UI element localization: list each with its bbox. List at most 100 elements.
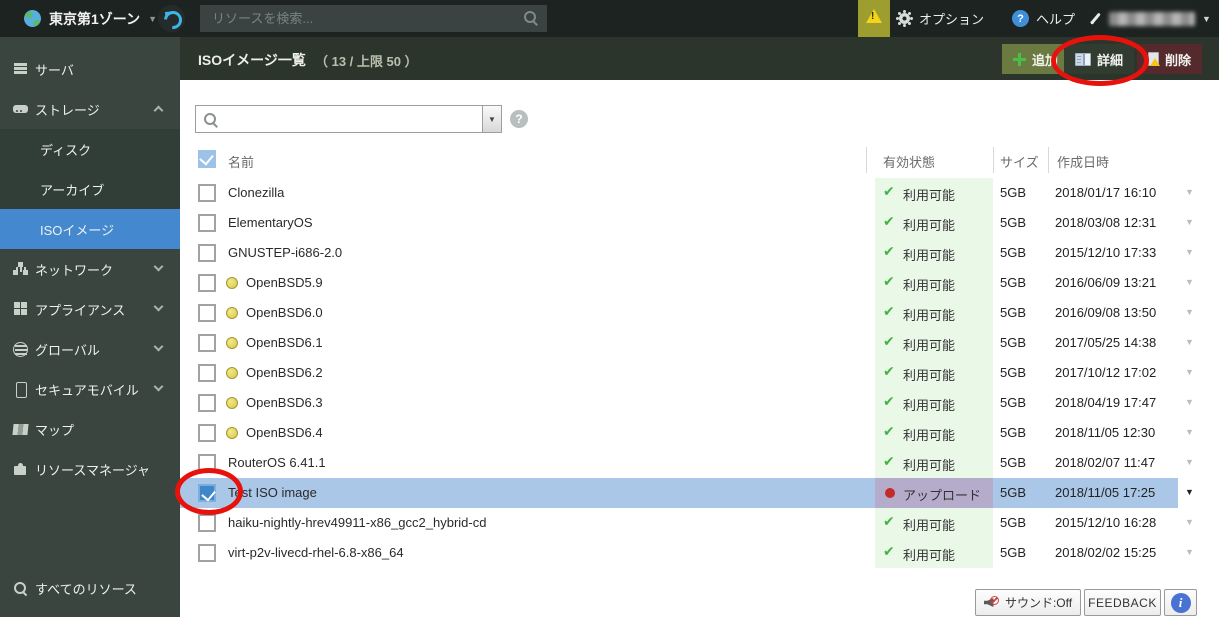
row-actions-dropdown[interactable]: ▼ — [1185, 517, 1194, 527]
row-created: 2015/12/10 17:33 — [1055, 245, 1156, 260]
row-name: OpenBSD6.4 — [246, 425, 323, 440]
sidebar-item-storage[interactable]: ストレージ — [0, 89, 180, 129]
row-checkbox[interactable] — [198, 454, 216, 472]
row-checkbox[interactable] — [198, 274, 216, 292]
row-checkbox[interactable] — [198, 544, 216, 562]
table-row[interactable]: Clonezilla✔利用可能5GB2018/01/17 16:10▼ — [180, 178, 1219, 208]
status-badge: アップロード — [875, 478, 993, 508]
row-actions-dropdown[interactable]: ▼ — [1185, 367, 1194, 377]
status-badge: ✔利用可能 — [875, 538, 993, 568]
global-search-input[interactable] — [200, 5, 547, 32]
zone-selector[interactable]: 東京第1ゾーン ▼ — [24, 0, 157, 37]
sidebar-item-disk[interactable]: ディスク — [0, 129, 180, 169]
help-icon: ? — [1012, 10, 1029, 27]
sidebar-item-secure-mobile[interactable]: セキュアモバイル — [0, 369, 180, 409]
row-actions-dropdown[interactable]: ▼ — [1185, 547, 1194, 557]
row-size: 5GB — [1000, 515, 1026, 530]
sidebar-item-resource-manager[interactable]: リソースマネージャ — [0, 449, 180, 489]
column-header-size[interactable]: サイズ — [1000, 152, 1039, 171]
row-checkbox[interactable] — [198, 364, 216, 382]
row-name: OpenBSD6.1 — [246, 335, 323, 350]
check-icon: ✔ — [883, 333, 895, 350]
row-created: 2016/09/08 13:50 — [1055, 305, 1156, 320]
filter-input[interactable] — [196, 106, 482, 132]
row-actions-dropdown[interactable]: ▼ — [1185, 307, 1194, 317]
refresh-button[interactable] — [158, 5, 185, 32]
row-actions-dropdown[interactable]: ▼ — [1185, 337, 1194, 347]
row-checkbox[interactable] — [198, 334, 216, 352]
search-icon — [523, 10, 539, 26]
row-checkbox[interactable] — [198, 394, 216, 412]
row-size: 5GB — [1000, 485, 1026, 500]
row-actions-dropdown[interactable]: ▼ — [1185, 277, 1194, 287]
filter-help-icon[interactable]: ? — [510, 110, 528, 128]
table-row[interactable]: OpenBSD5.9✔利用可能5GB2016/06/09 13:21▼ — [180, 268, 1219, 298]
row-actions-dropdown[interactable]: ▼ — [1185, 457, 1194, 467]
warning-button[interactable] — [858, 0, 890, 37]
status-badge: ✔利用可能 — [875, 388, 993, 418]
sidebar-item-server[interactable]: サーバ — [0, 49, 180, 89]
check-icon: ✔ — [883, 273, 895, 290]
column-header-status[interactable]: 有効状態 — [883, 152, 935, 171]
row-size: 5GB — [1000, 395, 1026, 410]
status-label: 利用可能 — [903, 245, 955, 264]
delete-page-icon — [1148, 52, 1159, 66]
table-row[interactable]: OpenBSD6.4✔利用可能5GB2018/11/05 12:30▼ — [180, 418, 1219, 448]
sidebar-item-map[interactable]: マップ — [0, 409, 180, 449]
table-row[interactable]: OpenBSD6.3✔利用可能5GB2018/04/19 17:47▼ — [180, 388, 1219, 418]
row-checkbox[interactable] — [198, 514, 216, 532]
sidebar-item-appliance[interactable]: アプライアンス — [0, 289, 180, 329]
help-menu[interactable]: ? ヘルプ — [1012, 0, 1075, 37]
options-menu[interactable]: オプション — [897, 0, 984, 37]
column-header-created[interactable]: 作成日時 — [1057, 152, 1109, 171]
row-actions-dropdown[interactable]: ▼ — [1185, 397, 1194, 407]
row-checkbox[interactable] — [198, 244, 216, 262]
filter-search-icon — [203, 112, 219, 128]
table-row[interactable]: GNUSTEP-i686-2.0✔利用可能5GB2015/12/10 17:33… — [180, 238, 1219, 268]
table-row[interactable]: OpenBSD6.1✔利用可能5GB2017/05/25 14:38▼ — [180, 328, 1219, 358]
sidebar-item-label: すべてのリソース — [35, 579, 137, 598]
delete-button[interactable]: 削除 — [1137, 44, 1202, 74]
sidebar-item-global[interactable]: グローバル — [0, 329, 180, 369]
row-size: 5GB — [1000, 455, 1026, 470]
row-actions-dropdown[interactable]: ▼ — [1185, 487, 1194, 497]
table-row[interactable]: OpenBSD6.0✔利用可能5GB2016/09/08 13:50▼ — [180, 298, 1219, 328]
select-all-checkbox[interactable] — [198, 150, 216, 168]
info-button[interactable]: i — [1164, 589, 1197, 616]
row-checkbox[interactable] — [198, 304, 216, 322]
chevron-down-icon — [154, 342, 164, 352]
table-row[interactable]: OpenBSD6.2✔利用可能5GB2017/10/12 17:02▼ — [180, 358, 1219, 388]
account-menu[interactable]: ▼ — [1088, 0, 1211, 37]
row-checkbox[interactable] — [198, 214, 216, 232]
sidebar-item-all-resources[interactable]: すべてのリソース — [0, 568, 180, 608]
feedback-button[interactable]: FEEDBACK — [1084, 589, 1161, 616]
detail-button[interactable]: 詳細 — [1064, 44, 1134, 74]
row-created: 2018/01/17 16:10 — [1055, 185, 1156, 200]
table-row[interactable]: RouterOS 6.41.1✔利用可能5GB2018/02/07 11:47▼ — [180, 448, 1219, 478]
row-checkbox[interactable] — [198, 484, 216, 502]
row-checkbox[interactable] — [198, 424, 216, 442]
sidebar-item-iso-image[interactable]: ISOイメージ — [0, 209, 180, 249]
sidebar-item-archive[interactable]: アーカイブ — [0, 169, 180, 209]
filter-dropdown-button[interactable]: ▼ — [483, 105, 502, 133]
sound-toggle-button[interactable]: サウンド:Off — [975, 589, 1081, 616]
add-button[interactable]: 追加 — [1002, 44, 1069, 74]
status-label: 利用可能 — [903, 455, 955, 474]
status-label: 利用可能 — [903, 365, 955, 384]
table-row[interactable]: Test ISO imageアップロード5GB2018/11/05 17:25▼ — [180, 478, 1219, 508]
table-row[interactable]: haiku-nightly-hrev49911-x86_gcc2_hybrid-… — [180, 508, 1219, 538]
column-header-name[interactable]: 名前 — [228, 152, 254, 171]
row-actions-dropdown[interactable]: ▼ — [1185, 427, 1194, 437]
row-name: virt-p2v-livecd-rhel-6.8-x86_64 — [228, 545, 404, 560]
check-icon: ✔ — [883, 453, 895, 470]
table-row[interactable]: virt-p2v-livecd-rhel-6.8-x86_64✔利用可能5GB2… — [180, 538, 1219, 568]
row-actions-dropdown[interactable]: ▼ — [1185, 217, 1194, 227]
row-actions-dropdown[interactable]: ▼ — [1185, 187, 1194, 197]
openbsd-icon — [226, 277, 238, 289]
row-actions-dropdown[interactable]: ▼ — [1185, 247, 1194, 257]
chevron-down-icon: ▼ — [1202, 14, 1211, 24]
sidebar-item-network[interactable]: ネットワーク — [0, 249, 180, 289]
row-checkbox[interactable] — [198, 184, 216, 202]
sidebar-item-label: ネットワーク — [35, 260, 113, 279]
table-row[interactable]: ElementaryOS✔利用可能5GB2018/03/08 12:31▼ — [180, 208, 1219, 238]
